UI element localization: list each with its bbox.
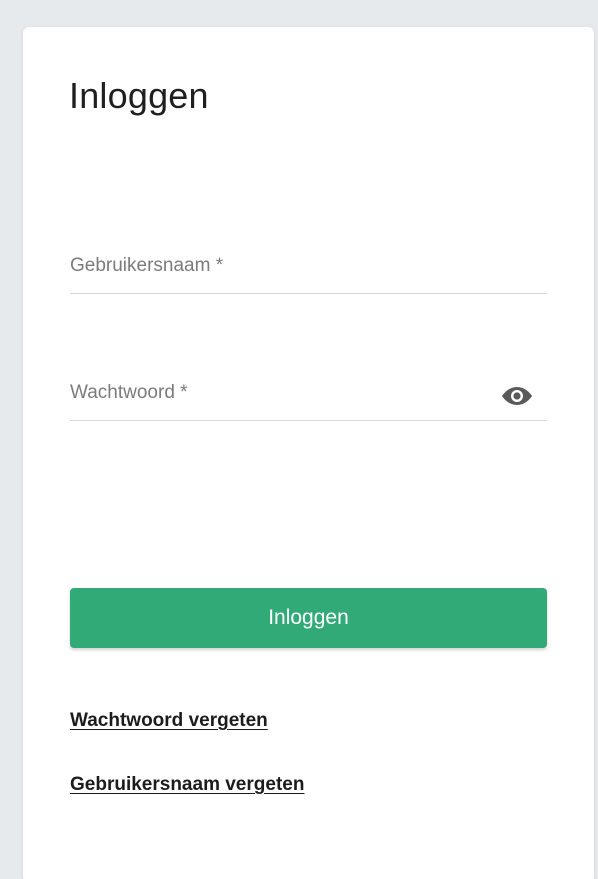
page-title: Inloggen (69, 75, 209, 116)
username-field[interactable]: Gebruikersnaam * (70, 247, 547, 294)
username-label: Gebruikersnaam * (70, 255, 224, 276)
password-field[interactable]: Wachtwoord * (70, 374, 547, 421)
forgot-username-link[interactable]: Gebruikersnaam vergeten (70, 774, 304, 796)
eye-icon[interactable] (501, 384, 533, 408)
login-card: Inloggen Gebruikersnaam * Wachtwoord * I… (23, 27, 594, 879)
login-button[interactable]: Inloggen (70, 588, 547, 648)
password-label: Wachtwoord * (70, 382, 188, 403)
forgot-password-link[interactable]: Wachtwoord vergeten (70, 710, 268, 732)
